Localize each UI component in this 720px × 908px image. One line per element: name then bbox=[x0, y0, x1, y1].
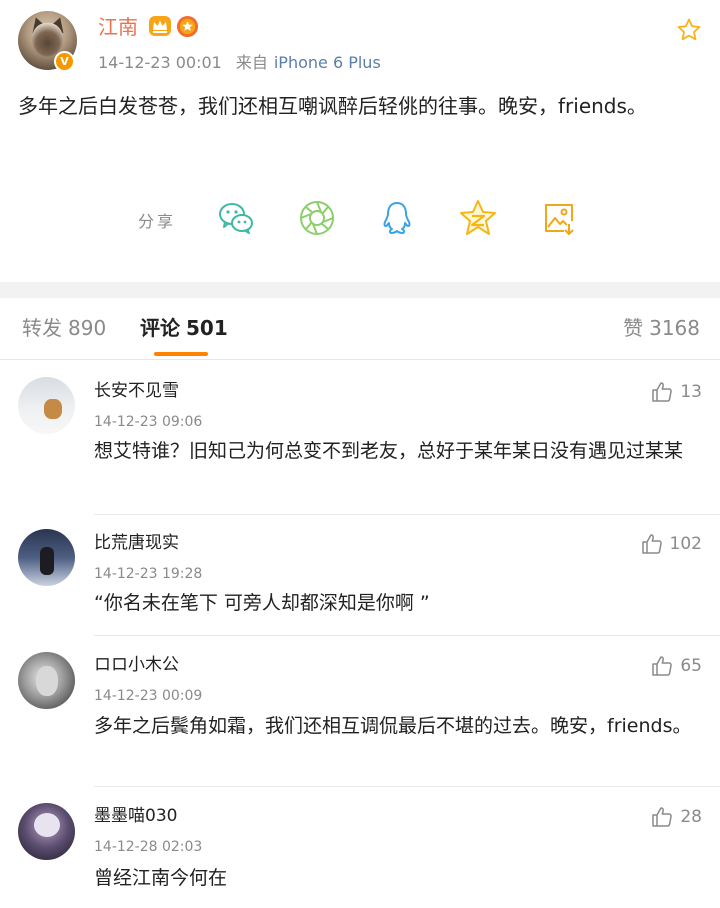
comment-like-button[interactable]: 102 bbox=[640, 531, 702, 557]
thumbs-up-icon bbox=[652, 807, 673, 827]
active-tab-indicator bbox=[154, 352, 208, 356]
comment-text: 多年之后鬓角如霜，我们还相互调侃最后不堪的过去。晚安，friends。 bbox=[94, 715, 692, 737]
commenter-name[interactable]: 长安不见雪 bbox=[94, 379, 179, 403]
post-timestamp: 14-12-23 00:01 bbox=[98, 53, 222, 72]
wechat-icon[interactable] bbox=[216, 198, 256, 238]
commenter-name[interactable]: 比荒唐现实 bbox=[94, 531, 179, 555]
comment-time: 14-12-23 09:06 bbox=[94, 414, 203, 430]
qq-icon[interactable] bbox=[377, 198, 417, 238]
commenter-avatar[interactable] bbox=[18, 529, 75, 586]
comment-like-count: 65 bbox=[680, 656, 702, 676]
commenter-avatar[interactable] bbox=[18, 652, 75, 709]
moments-icon[interactable] bbox=[297, 198, 337, 238]
comment-like-button[interactable]: 13 bbox=[650, 379, 702, 405]
comment-time: 14-12-23 00:09 bbox=[94, 688, 203, 704]
post-text: 多年之后白发苍苍，我们还相互嘲讽醉后轻佻的往事。晚安，friends。 bbox=[18, 94, 647, 118]
tab-reposts-count: 890 bbox=[68, 316, 107, 340]
thumbs-up-icon bbox=[641, 534, 662, 554]
post-meta: 14-12-23 00:01 来自 iPhone 6 Plus bbox=[98, 52, 381, 74]
comment-like-count: 28 bbox=[680, 807, 702, 827]
post-source[interactable]: iPhone 6 Plus bbox=[274, 53, 381, 72]
commenter-name[interactable]: 墨墨喵030 bbox=[94, 804, 177, 828]
avatar-dog-shape bbox=[44, 399, 62, 419]
comment-like-button[interactable]: 28 bbox=[650, 804, 702, 830]
tab-comments[interactable]: 评论 501 bbox=[140, 314, 228, 342]
share-row: 分享 bbox=[0, 198, 720, 242]
thumbs-up-icon bbox=[652, 656, 673, 676]
comment-text: 想艾特谁？旧知己为何总变不到老友，总好于某年某日没有遇见过某某 bbox=[94, 440, 684, 462]
tab-likes[interactable]: 赞 3168 bbox=[623, 314, 700, 342]
tab-comments-count: 501 bbox=[186, 316, 228, 340]
comment-time: 14-12-23 19:28 bbox=[94, 566, 203, 582]
author-name[interactable]: 江南 bbox=[98, 13, 138, 41]
comment-like-count: 13 bbox=[680, 382, 702, 402]
comment-time: 14-12-28 02:03 bbox=[94, 839, 203, 855]
tab-likes-count: 3168 bbox=[649, 316, 700, 340]
comment-like-button[interactable]: 65 bbox=[650, 653, 702, 679]
commenter-avatar[interactable] bbox=[18, 377, 75, 434]
favorite-star-icon[interactable] bbox=[676, 17, 702, 43]
verified-badge-icon: V bbox=[54, 51, 75, 72]
section-gap bbox=[0, 282, 720, 298]
tab-reposts[interactable]: 转发 890 bbox=[22, 314, 106, 342]
comment-item: 墨墨喵030 14-12-28 02:03 曾经江南今何在 28 bbox=[0, 787, 720, 908]
comment-text: 曾经江南今何在 bbox=[94, 867, 228, 889]
medal-icon[interactable] bbox=[176, 15, 199, 38]
comment-text: “你名未在笔下 可旁人却都深知是你啊 ” bbox=[94, 592, 430, 614]
thumbs-up-icon bbox=[652, 382, 673, 402]
comment-item: ロロ小木公 14-12-23 00:09 多年之后鬓角如霜，我们还相互调侃最后不… bbox=[0, 636, 720, 787]
vip-crown-icon[interactable] bbox=[148, 15, 172, 37]
interaction-tabs: 转发 890 评论 501 赞 3168 bbox=[0, 298, 720, 360]
comment-like-count: 102 bbox=[669, 534, 702, 554]
avatar-person-shape bbox=[36, 666, 58, 696]
save-image-icon[interactable] bbox=[539, 198, 579, 238]
avatar-figure-shape bbox=[40, 547, 54, 575]
comment-item: 长安不见雪 14-12-23 09:06 想艾特谁？旧知己为何总变不到老友，总好… bbox=[0, 360, 720, 515]
tab-comments-label: 评论 bbox=[140, 316, 180, 340]
weibo-post: V 江南 14-12-23 00:01 来自 iPhone 6 Plus 多年之后白… bbox=[0, 0, 720, 282]
commenter-name[interactable]: ロロ小木公 bbox=[94, 653, 179, 677]
source-prefix: 来自 bbox=[235, 53, 268, 72]
tab-reposts-label: 转发 bbox=[22, 316, 62, 340]
avatar-anime-shape bbox=[34, 813, 60, 837]
tab-likes-label: 赞 bbox=[623, 316, 644, 340]
qzone-icon[interactable] bbox=[458, 198, 498, 238]
commenter-avatar[interactable] bbox=[18, 803, 75, 860]
share-label: 分享 bbox=[138, 212, 177, 231]
comment-item: 比荒唐现实 14-12-23 19:28 “你名未在笔下 可旁人却都深知是你啊 … bbox=[0, 515, 720, 636]
